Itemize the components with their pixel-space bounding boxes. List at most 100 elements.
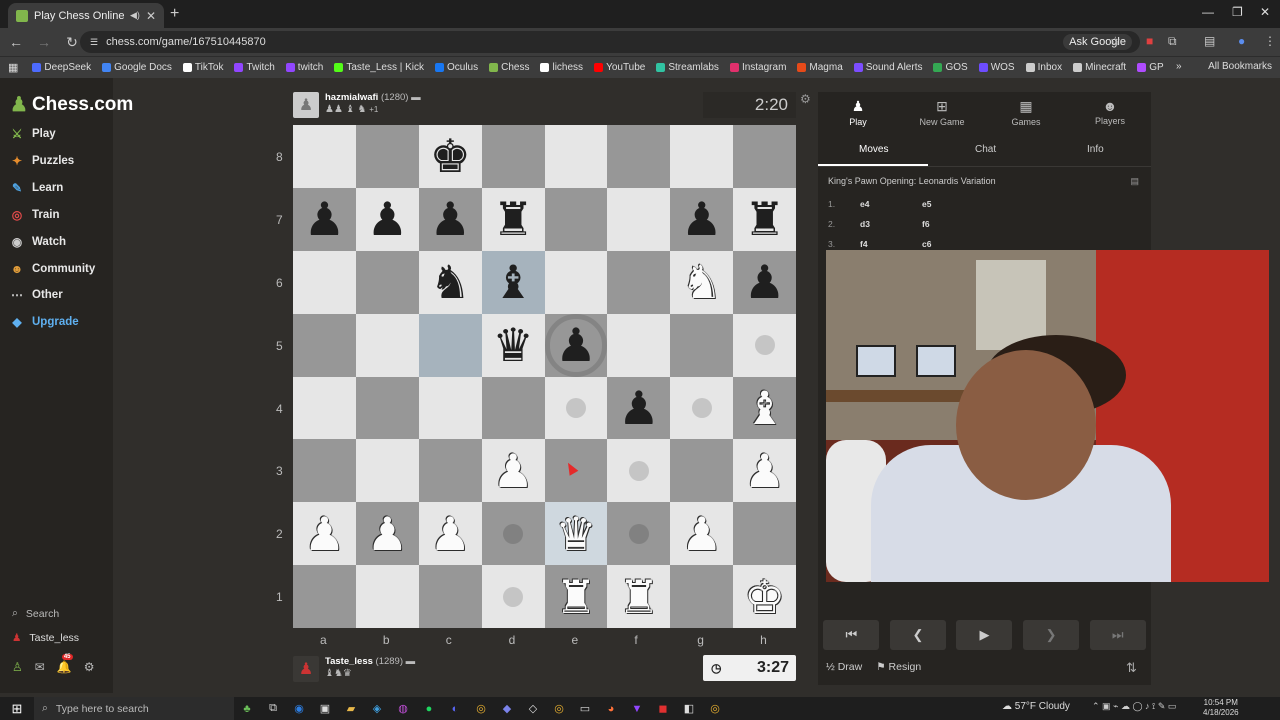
square-b4[interactable] [355,376,419,440]
square-e2[interactable]: ♛ [544,502,608,566]
bookmark-item[interactable]: GP [1137,62,1164,73]
square-e1[interactable]: ♜ [544,565,608,628]
bookmark-item[interactable]: Minecraft [1073,62,1126,73]
windows-start-icon[interactable]: ⊞ [0,701,34,717]
bookmark-item[interactable]: Chess [489,62,529,73]
opening-name[interactable]: King's Pawn Opening: Leonardis Variation [828,176,996,186]
mute-icon[interactable]: ◀) [130,10,140,21]
white-pawn-icon[interactable]: ♟ [492,448,533,494]
square-a8[interactable] [293,125,356,188]
move-hint-dot[interactable] [565,397,586,418]
square-a3[interactable] [293,439,356,503]
square-d6[interactable]: ♝ [481,250,545,314]
opening-book-icon[interactable]: ▤ [1130,176,1139,187]
app-icon[interactable]: ◇ [520,702,546,715]
chess-board[interactable]: ♚ ♟ ♟ ♟ ♜ ♟ ♜ ♞ ♝ ♞ ♟ ♛ ♟ ♟ ♝ ♟ ♟ ♟ ♟ ♟ ♛ ♟ ♜ ♜ ♚ [293,125,796,628]
move-white[interactable]: f4 [860,239,922,249]
flip-board-icon[interactable]: ⇅ [1126,660,1137,676]
square-g8[interactable] [670,125,734,188]
move-hint-dot[interactable] [754,335,775,356]
ask-google-button[interactable]: Ask Google [1063,34,1132,50]
square-h8[interactable] [733,125,796,188]
extensions-icon[interactable]: ⧉ [1168,34,1177,49]
app-icon[interactable]: ◧ [676,702,702,715]
spotify-icon[interactable]: ● [416,703,442,715]
app-icon[interactable]: ◍ [390,702,416,715]
bookmark-item[interactable]: Sound Alerts [853,62,922,73]
square-c1[interactable] [418,565,482,628]
bookmark-star-icon[interactable]: ☆ [1110,34,1121,48]
white-pawn-icon[interactable]: ♟ [430,511,471,557]
square-d5[interactable]: ♛ [481,313,545,377]
bookmark-item[interactable]: twitch [285,62,323,73]
chess-logo[interactable]: ♟ Chess.com [10,92,133,117]
square-b3[interactable] [355,439,419,503]
close-window-icon[interactable]: ✕ [1260,5,1270,19]
tab-info[interactable]: Info [1087,144,1104,155]
square-c8[interactable]: ♚ [418,125,482,188]
twitch-icon[interactable]: ▼ [624,703,650,715]
black-rook-icon[interactable]: ♜ [744,196,785,242]
square-d1[interactable] [481,565,545,628]
close-tab-icon[interactable]: ✕ [146,9,156,23]
my-avatar[interactable]: ♟ [293,656,319,682]
minimize-icon[interactable]: — [1202,5,1214,19]
square-h7[interactable]: ♜ [733,187,796,251]
square-f5[interactable] [607,313,671,377]
bookmark-item[interactable]: Streamlabs [656,62,719,73]
clock-datetime[interactable]: 10:54 PM 4/18/2026 [1203,698,1239,718]
square-b7[interactable]: ♟ [355,187,419,251]
firefox-icon[interactable]: ◕ [598,703,624,715]
square-g3[interactable] [670,439,734,503]
bookmark-item[interactable]: Twitch [234,62,275,73]
steam-icon[interactable]: ◈ [364,702,390,715]
white-knight-icon[interactable]: ♞ [681,259,722,305]
terminal-icon[interactable]: ▭ [572,702,598,715]
bookmark-item[interactable]: Oculus [435,62,478,73]
profile-icon[interactable]: ● [1238,34,1245,48]
all-bookmarks-button[interactable]: All Bookmarks [1208,61,1272,72]
white-king-icon[interactable]: ♚ [744,574,785,620]
next-move-button[interactable]: ❯ [1023,620,1080,650]
square-f8[interactable] [607,125,671,188]
discord-icon[interactable]: ◐ [442,703,468,715]
square-a5[interactable] [293,313,356,377]
sidebar-item-watch[interactable]: ◉ Watch [10,235,66,249]
opponent-avatar[interactable]: ♟ [293,92,319,118]
square-b6[interactable] [355,250,419,314]
messages-icon[interactable]: ✉ [35,660,45,674]
chrome-icon[interactable]: ◎ [468,702,494,715]
teams-icon[interactable]: ◆ [494,702,520,715]
square-g7[interactable]: ♟ [670,187,734,251]
square-f2[interactable] [607,502,671,566]
move-black[interactable]: f6 [922,219,982,229]
opponent-name[interactable]: hazmialwafi (1280) ▬ [325,92,421,103]
back-icon[interactable]: ← [4,34,28,50]
browser-tab[interactable]: Play Chess Online for FREE ◀) ✕ [8,3,164,28]
bookmark-item[interactable]: YouTube [594,62,645,73]
black-king-icon[interactable]: ♚ [430,133,471,179]
sidebar-item-puzzles[interactable]: ✦ Puzzles [10,154,74,168]
white-pawn-icon[interactable]: ♟ [744,448,785,494]
move-hint-dot[interactable] [691,397,712,418]
square-c4[interactable] [418,376,482,440]
sidebar-item-learn[interactable]: ✎ Learn [10,181,63,195]
move-hint-dot[interactable] [628,460,649,481]
square-f6[interactable] [607,250,671,314]
panel-tab-players[interactable]: ☻ Players [1080,98,1140,126]
square-e8[interactable] [544,125,608,188]
square-c3[interactable] [418,439,482,503]
my-name[interactable]: Taste_less (1289) ▬ [325,656,415,667]
chrome-icon[interactable]: ◎ [702,702,728,715]
white-queen-icon[interactable]: ♛ [555,511,596,557]
white-pawn-icon[interactable]: ♟ [681,511,722,557]
square-h5[interactable] [733,313,796,377]
black-pawn-icon[interactable]: ♟ [744,259,785,305]
panel-tab-play[interactable]: ♟ Play [828,98,888,127]
square-a6[interactable] [293,250,356,314]
white-rook-icon[interactable]: ♜ [618,574,659,620]
move-hint-dot[interactable] [503,523,524,544]
square-h4[interactable]: ♝ [733,376,796,440]
square-c6[interactable]: ♞ [418,250,482,314]
move-hint-dot[interactable] [628,523,649,544]
